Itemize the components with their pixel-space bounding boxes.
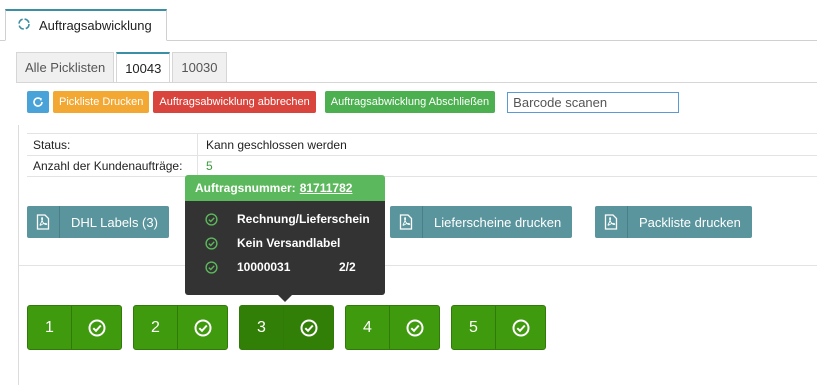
toolbar: Pickliste Drucken Auftragsabwicklung abb… xyxy=(27,91,680,113)
check-circle-icon xyxy=(185,260,237,274)
order-number: 4 xyxy=(346,306,390,349)
order-number-link[interactable]: 81711782 xyxy=(300,181,353,195)
check-circle-icon xyxy=(185,236,237,250)
order-tooltip: Auftragsnummer: 81711782 Rechnung/Liefer… xyxy=(185,175,385,302)
customer-order-buttons: 1 2 3 4 5 xyxy=(27,305,546,350)
status-value: Kann geschlossen werden xyxy=(206,137,347,152)
check-circle-icon xyxy=(390,306,439,349)
picklist-tabs: Alle Picklisten 10043 10030 xyxy=(16,52,229,83)
check-circle-icon xyxy=(72,306,121,349)
refresh-icon xyxy=(33,97,43,107)
order-number: 1 xyxy=(28,306,72,349)
order-number: 3 xyxy=(240,306,284,349)
order-button-3[interactable]: 3 xyxy=(239,305,334,350)
pdf-icon xyxy=(595,206,628,238)
dhl-labels-label: DHL Labels (3) xyxy=(71,214,158,230)
order-number: 5 xyxy=(452,306,496,349)
outer-tab-auftragsabwicklung[interactable]: Auftragsabwicklung xyxy=(5,9,167,41)
abort-order-processing-button[interactable]: Auftragsabwicklung abbrechen xyxy=(153,91,316,113)
tab-10043[interactable]: 10043 xyxy=(116,52,171,83)
order-number: 2 xyxy=(134,306,178,349)
tooltip-row: Rechnung/Lieferschein xyxy=(185,207,385,231)
pdf-icon xyxy=(27,206,60,238)
print-picklist-button[interactable]: Pickliste Drucken xyxy=(53,91,150,113)
print-packlist-label: Packliste drucken xyxy=(639,214,741,230)
tooltip-row-count: 2/2 xyxy=(339,260,356,274)
content-left-border xyxy=(18,125,19,385)
order-button-2[interactable]: 2 xyxy=(133,305,228,350)
pdf-icon xyxy=(390,206,423,238)
refresh-button[interactable] xyxy=(27,91,49,113)
tooltip-header-label: Auftragsnummer: xyxy=(195,181,296,195)
tooltip-row-text: 10000031 xyxy=(237,260,291,274)
print-delivery-notes-label: Lieferscheine drucken xyxy=(434,214,562,230)
order-button-1[interactable]: 1 xyxy=(27,305,122,350)
outer-tab-label: Auftragsabwicklung xyxy=(39,18,152,33)
barcode-input[interactable] xyxy=(507,91,680,113)
tooltip-body: Rechnung/Lieferschein Kein Versandlabel … xyxy=(185,201,385,295)
customer-order-count-row: Anzahl der Kundenaufträge: 5 xyxy=(27,155,817,177)
tooltip-header: Auftragsnummer: 81711782 xyxy=(185,175,385,201)
tooltip-row: 10000031 2/2 xyxy=(185,255,385,279)
status-label: Status: xyxy=(27,134,198,155)
check-circle-icon xyxy=(496,306,545,349)
print-delivery-notes-button[interactable]: Lieferscheine drucken xyxy=(390,206,573,238)
customer-order-count-value: 5 xyxy=(206,159,213,173)
tab-10030[interactable]: 10030 xyxy=(172,52,227,82)
tab-all-picklists[interactable]: Alle Picklisten xyxy=(16,52,115,82)
tooltip-row-text: Rechnung/Lieferschein xyxy=(237,212,370,226)
tooltip-row: Kein Versandlabel xyxy=(185,231,385,255)
check-circle-icon xyxy=(284,306,333,349)
customer-order-count-label: Anzahl der Kundenaufträge: xyxy=(27,156,198,176)
dhl-labels-button[interactable]: DHL Labels (3) xyxy=(27,206,169,238)
order-button-4[interactable]: 4 xyxy=(345,305,440,350)
status-table: Status: Kann geschlossen werden Anzahl d… xyxy=(27,133,817,177)
tooltip-row-text: Kein Versandlabel xyxy=(237,236,341,250)
print-packlist-button[interactable]: Packliste drucken xyxy=(595,206,752,238)
check-circle-icon xyxy=(178,306,227,349)
status-row: Status: Kann geschlossen werden xyxy=(27,133,817,155)
complete-order-processing-button[interactable]: Auftragsabwicklung Abschließen xyxy=(324,91,496,113)
section-divider xyxy=(19,265,817,266)
tabs-divider xyxy=(16,82,817,83)
refresh-circle-icon xyxy=(17,17,31,34)
order-button-5[interactable]: 5 xyxy=(451,305,546,350)
check-circle-icon xyxy=(185,212,237,226)
tooltip-arrow xyxy=(278,295,292,302)
